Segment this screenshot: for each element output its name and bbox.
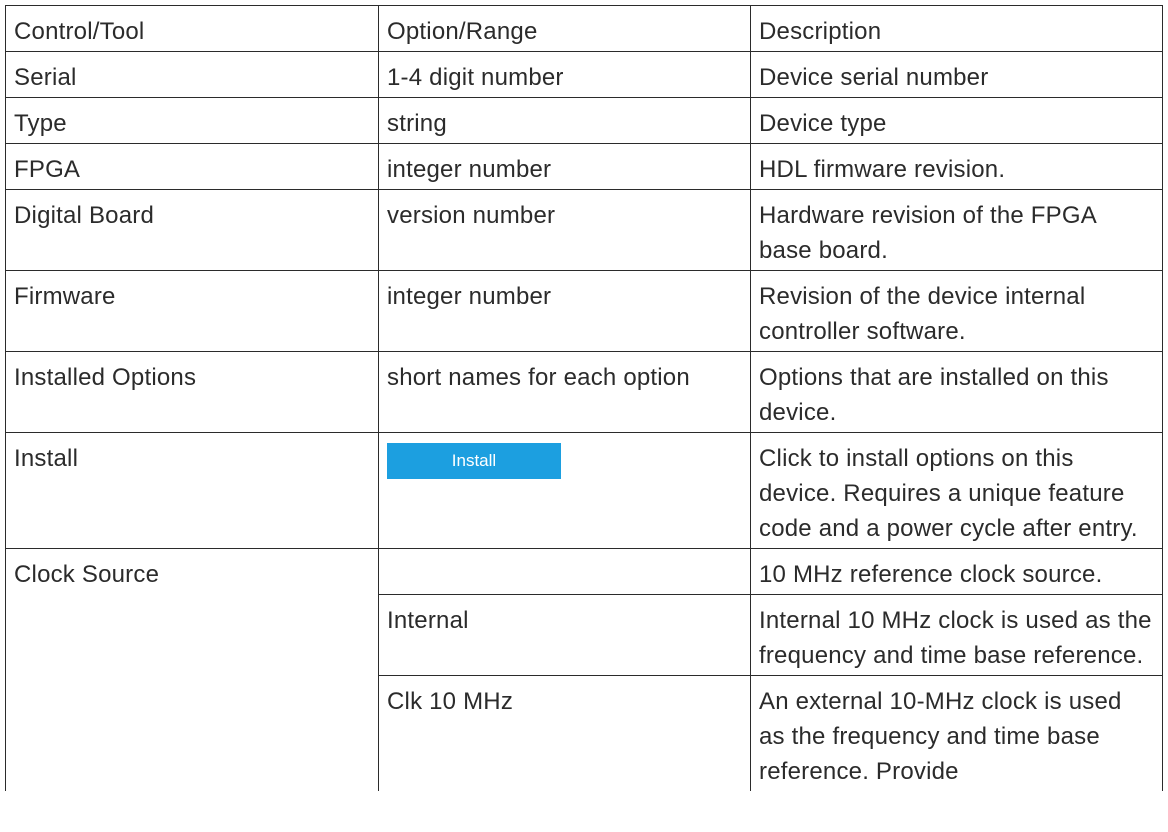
cell-option: Internal	[378, 594, 751, 676]
table-row: Install Install Click to install options…	[5, 432, 1163, 549]
table-row: Clock Source 10 MHz reference clock sour…	[5, 548, 1163, 791]
cell-option: Install	[378, 432, 751, 549]
cell-option: short names for each option	[378, 351, 751, 433]
cell-control: Type	[5, 97, 379, 144]
controls-table: Control/Tool Option/Range Description Se…	[5, 5, 1163, 791]
cell-control: Install	[5, 432, 379, 549]
cell-description: Click to install options on this device.…	[750, 432, 1163, 549]
table-row: Firmware integer number Revision of the …	[5, 270, 1163, 352]
table-header-row: Control/Tool Option/Range Description	[5, 5, 1163, 52]
header-description: Description	[750, 5, 1163, 52]
cell-option: Clk 10 MHz	[378, 675, 751, 791]
header-control-tool: Control/Tool	[5, 5, 379, 52]
cell-control: Serial	[5, 51, 379, 98]
cell-option: version number	[378, 189, 751, 271]
cell-description: Device serial number	[750, 51, 1163, 98]
cell-option: integer number	[378, 143, 751, 190]
cell-option	[378, 548, 751, 595]
cell-description: Revision of the device internal controll…	[750, 270, 1163, 352]
install-button[interactable]: Install	[387, 443, 561, 479]
table-row: Digital Board version number Hardware re…	[5, 189, 1163, 271]
cell-description: Hardware revision of the FPGA base board…	[750, 189, 1163, 271]
cell-description: 10 MHz reference clock source.	[750, 548, 1163, 595]
cell-control: Digital Board	[5, 189, 379, 271]
table-row: Type string Device type	[5, 97, 1163, 144]
cell-control: Firmware	[5, 270, 379, 352]
header-option-range: Option/Range	[378, 5, 751, 52]
cell-control: FPGA	[5, 143, 379, 190]
cell-description: Internal 10 MHz clock is used as the fre…	[750, 594, 1163, 676]
table-row: Serial 1-4 digit number Device serial nu…	[5, 51, 1163, 98]
cell-option: string	[378, 97, 751, 144]
table-row: FPGA integer number HDL firmware revisio…	[5, 143, 1163, 190]
cell-option: 1-4 digit number	[378, 51, 751, 98]
cell-control: Installed Options	[5, 351, 379, 433]
table-row: Installed Options short names for each o…	[5, 351, 1163, 433]
cell-description: Options that are installed on this devic…	[750, 351, 1163, 433]
cell-description: Device type	[750, 97, 1163, 144]
cell-control: Clock Source	[5, 548, 379, 791]
cell-description: HDL firmware revision.	[750, 143, 1163, 190]
cell-option: integer number	[378, 270, 751, 352]
cell-description: An external 10-MHz clock is used as the …	[750, 675, 1163, 791]
